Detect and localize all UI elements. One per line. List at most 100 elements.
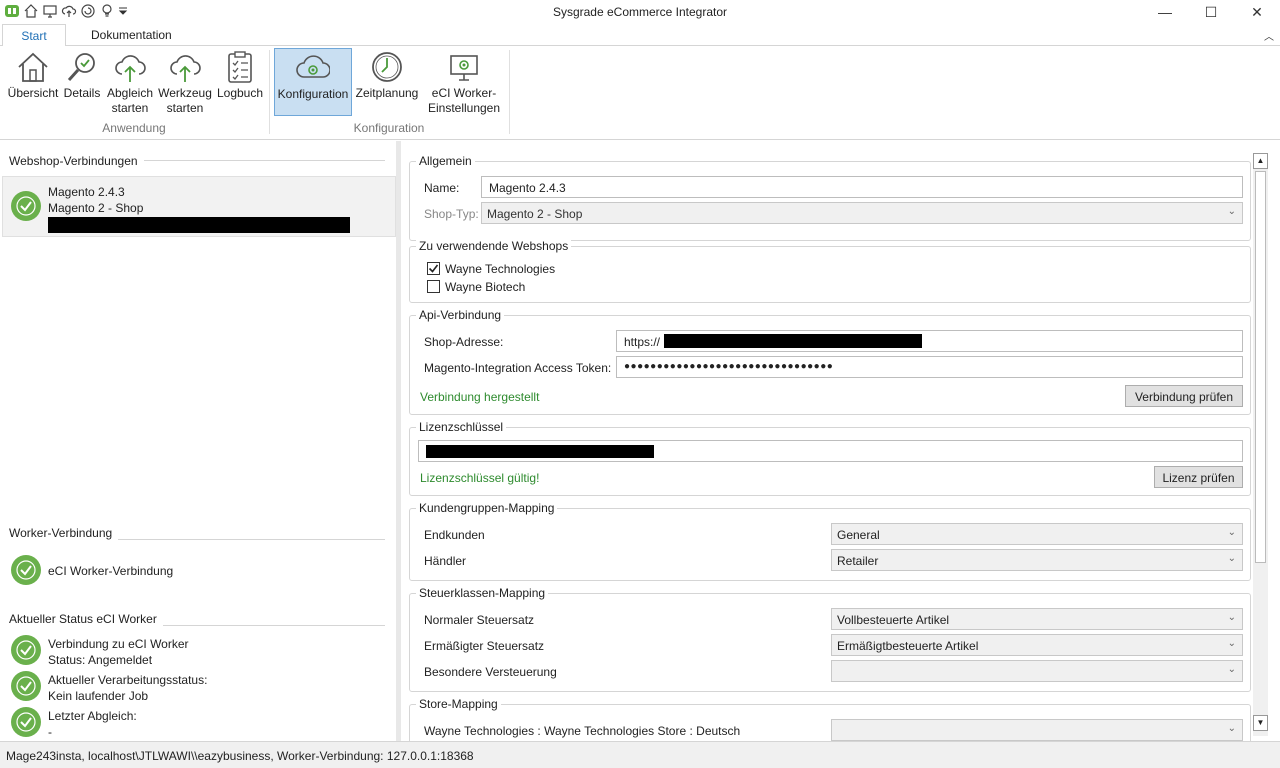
haendler-value: Retailer [837,554,879,568]
ermaessigter-steuersatz-label: Ermäßigter Steuersatz [424,639,545,653]
webshop-connection-item[interactable]: Magento 2.4.3 Magento 2 - Shop [2,176,396,237]
title-bar: Sysgrade eCommerce Integrator — ☐ ✕ [0,0,1280,24]
connection-status: Verbindung hergestellt [420,390,540,404]
endkunden-select[interactable]: General ⌄ [831,523,1243,545]
store-mapping-select[interactable]: ⌄ [831,719,1243,741]
store-mapping-label: Wayne Technologies : Wayne Technologies … [424,724,741,738]
group-label-konfiguration: Konfiguration [353,121,425,135]
api-title: Api-Verbindung [416,308,505,322]
computer-gear-icon [450,55,478,81]
tab-start[interactable]: Start [2,24,66,47]
cloud-upload-icon [115,55,146,82]
status-bar-text: Mage243insta, localhost\JTLWAWI\\eazybus… [6,749,474,763]
ribbon-tabs: Start Dokumentation [0,24,1280,47]
werkzeug-starten-button[interactable]: Werkzeug starten [157,48,213,116]
chevron-down-icon: ⌄ [1227,638,1236,649]
status-line-1: Verbindung zu eCI Worker [48,637,189,651]
shop-address-label: Shop-Adresse: [424,335,504,349]
wayne-technologies-label: Wayne Technologies [445,262,556,276]
scroll-down-icon[interactable]: ▼ [1253,715,1268,731]
api-group: Api-Verbindung Shop-Adresse: https:// Ma… [409,308,1251,415]
scrollbar-thumb[interactable] [1255,171,1266,563]
status-line-1: Letzter Abgleich: [48,709,137,723]
status-line-2: Status: Angemeldet [48,653,153,667]
wayne-technologies-checkbox[interactable] [427,262,440,275]
status-item: Verbindung zu eCI Worker Status: Angemel… [48,636,189,668]
normaler-steuersatz-label: Normaler Steuersatz [424,613,535,627]
scroll-up-icon[interactable]: ▲ [1253,153,1268,169]
name-label: Name: [424,181,460,195]
cloud-gear-icon [296,55,330,78]
minimize-button[interactable]: — [1142,0,1188,24]
uebersicht-label: Übersicht [7,86,59,100]
chevron-down-icon: ⌄ [1227,612,1236,623]
tab-dokumentation[interactable]: Dokumentation [91,24,172,46]
abgleich-label-2: starten [111,101,149,115]
besondere-versteuerung-select[interactable]: ⌄ [831,660,1243,682]
details-label: Details [63,86,101,100]
checkmark-icon [428,264,439,273]
lizenz-pruefen-button[interactable]: Lizenz prüfen [1154,466,1243,488]
lizenz-group: Lizenzschlüssel Lizenzschlüssel gültig! … [409,420,1251,496]
steuerklassen-group: Steuerklassen-Mapping Normaler Steuersat… [409,586,1251,692]
lizenz-title: Lizenzschlüssel [416,420,507,434]
details-button[interactable]: Details [62,48,102,116]
success-check-icon [11,707,41,737]
left-panel: Webshop-Verbindungen Magento 2.4.3 Magen… [0,141,396,741]
eci-worker-einstellungen-button[interactable]: eCI Worker- Einstellungen [424,48,504,116]
verbindung-pruefen-button[interactable]: Verbindung prüfen [1125,385,1243,407]
success-check-icon [11,555,41,585]
wayne-biotech-label: Wayne Biotech [445,280,526,294]
chevron-down-icon: ⌄ [1227,723,1236,734]
worker-section-title: Worker-Verbindung [9,526,119,540]
close-button[interactable]: ✕ [1234,0,1280,24]
connection-name: Magento 2.4.3 [48,185,125,199]
vertical-scrollbar[interactable]: ▲ ▼ [1253,153,1268,736]
ribbon: Übersicht Details Abgleich starten Werkz… [0,46,1280,140]
zeitplanung-label: Zeitplanung [355,86,419,100]
success-check-icon [11,191,41,221]
store-mapping-title: Store-Mapping [416,697,501,711]
haendler-select[interactable]: Retailer ⌄ [831,549,1243,571]
logbuch-label: Logbuch [216,86,264,100]
shoptyp-label: Shop-Typ: [424,207,479,221]
shoptyp-select[interactable]: Magento 2 - Shop ⌄ [481,202,1243,224]
maximize-button[interactable]: ☐ [1188,0,1234,24]
success-check-icon [11,635,41,665]
redacted-block [664,334,922,348]
checklist-icon [228,51,252,83]
magnifier-check-icon [67,53,95,82]
wayne-biotech-checkbox[interactable] [427,280,440,293]
allgemein-title: Allgemein [416,154,475,168]
license-key-input[interactable] [418,440,1243,462]
haendler-label: Händler [424,554,467,568]
worker-connection-item[interactable]: eCI Worker-Verbindung [48,563,173,579]
allgemein-group: Allgemein Name: Magento 2.4.3 Shop-Typ: … [409,154,1251,241]
normaler-steuersatz-select[interactable]: Vollbesteuerte Artikel ⌄ [831,608,1243,630]
shop-address-input[interactable]: https:// [616,330,1243,352]
logbuch-button[interactable]: Logbuch [215,48,265,116]
status-item: Letzter Abgleich: - [48,708,137,740]
webshop-section-title: Webshop-Verbindungen [9,154,144,168]
connection-type: Magento 2 - Shop [48,201,144,215]
status-item: Aktueller Verarbeitungsstatus: Kein lauf… [48,672,207,704]
zeitplanung-button[interactable]: Zeitplanung [354,48,420,116]
collapse-ribbon-icon[interactable]: ︿ [1264,28,1274,43]
webshops-title: Zu verwendende Webshops [416,239,572,253]
access-token-input[interactable]: ●●●●●●●●●●●●●●●●●●●●●●●●●●●●●●●● [616,356,1243,378]
abgleich-label-1: Abgleich [106,86,154,100]
access-token-label: Magento-Integration Access Token: [424,361,612,375]
abgleich-starten-button[interactable]: Abgleich starten [104,48,156,116]
endkunden-value: General [837,528,880,542]
status-bar: Mage243insta, localhost\JTLWAWI\\eazybus… [0,741,1280,768]
chevron-down-icon: ⌄ [1227,553,1236,564]
shop-address-value: https:// [624,335,661,349]
uebersicht-button[interactable]: Übersicht [6,48,60,116]
store-mapping-group: Store-Mapping Wayne Technologies : Wayne… [409,697,1251,741]
steuerklassen-title: Steuerklassen-Mapping [416,586,549,600]
chevron-down-icon: ⌄ [1227,206,1236,217]
name-input[interactable]: Magento 2.4.3 [481,176,1243,198]
ermaessigter-steuersatz-select[interactable]: Ermäßigtbesteuerte Artikel ⌄ [831,634,1243,656]
status-section-title: Aktueller Status eCI Worker [9,612,163,626]
konfiguration-button[interactable]: Konfiguration [274,48,352,116]
